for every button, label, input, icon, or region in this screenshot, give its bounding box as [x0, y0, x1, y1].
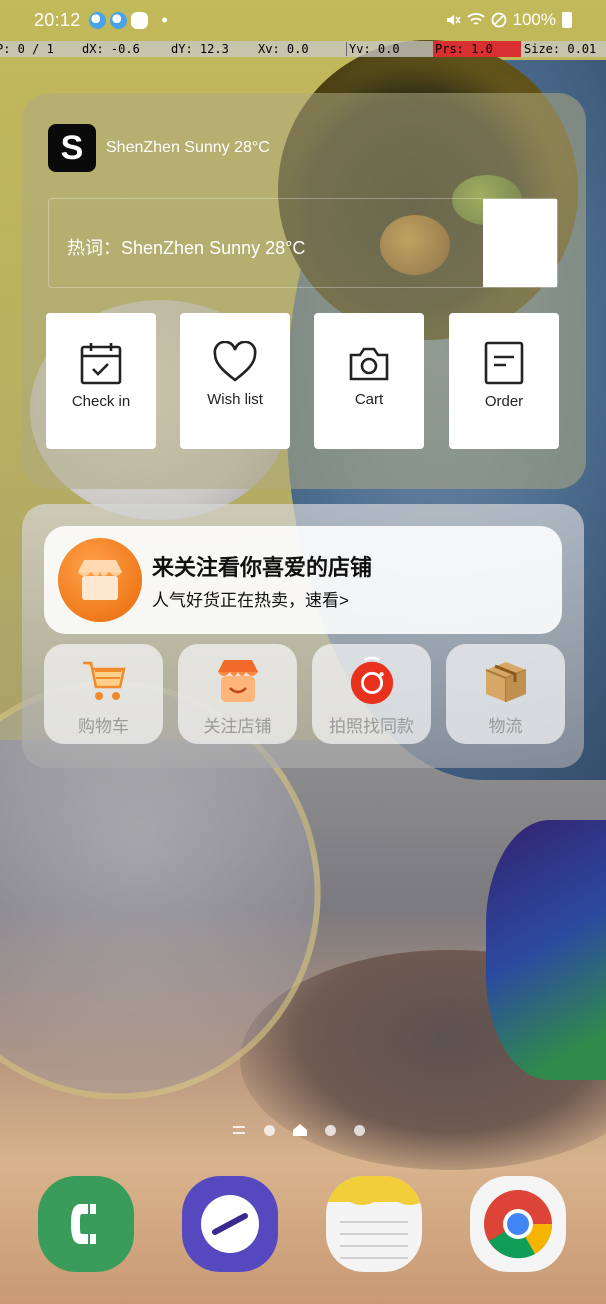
weather-icon — [109, 11, 127, 29]
phone-app[interactable] — [38, 1176, 134, 1272]
heart-icon — [213, 341, 257, 382]
status-time: 20:12 — [34, 9, 81, 30]
hot-search-box[interactable]: 热词：ShenZhen Sunny 28°C — [48, 198, 558, 288]
wifi-icon — [466, 13, 485, 25]
pointer-location-overlay: P: 0 / 1 dX: -0.6 dY: 12.3 Xv: 0.0 Yv: 0… — [0, 41, 606, 57]
phone-icon — [71, 1204, 96, 1244]
shortcut-label: Order — [484, 393, 524, 410]
mute-icon — [446, 15, 461, 25]
chrome-app[interactable] — [470, 1176, 566, 1272]
page-dot[interactable] — [354, 1124, 365, 1136]
quick-action-label: 物流 — [488, 717, 523, 736]
shopping-cart-button[interactable]: 购物车 — [44, 644, 163, 744]
promo-subtitle: 人气好货正在热卖，速看> — [152, 591, 349, 610]
page-indicator[interactable] — [232, 1124, 365, 1136]
shop-icon — [213, 656, 263, 706]
app-logo[interactable]: S — [48, 124, 96, 172]
check-in-button[interactable]: Check in — [46, 313, 156, 449]
pointer-count: P: 0 / 1 — [0, 42, 54, 56]
order-document-icon — [484, 341, 524, 385]
shortcut-label: Cart — [354, 391, 384, 408]
pointer-dx: dX: -0.6 — [82, 42, 140, 56]
internet-app[interactable] — [182, 1176, 278, 1272]
widget-title: ShenZhen Sunny 28°C — [106, 139, 270, 156]
battery-icon — [562, 12, 572, 28]
followed-shops-button[interactable]: 关注店铺 — [178, 644, 297, 744]
shop-widget[interactable]: S ShenZhen Sunny 28°C 热词：ShenZhen Sunny … — [22, 93, 586, 489]
status-bar: 20:12 • 100% — [0, 0, 606, 40]
logistics-button[interactable]: 物流 — [446, 644, 565, 744]
line-app-icon — [130, 11, 148, 29]
pointer-yv: Yv: 0.0 — [346, 42, 433, 56]
notes-icon — [326, 1176, 422, 1259]
quick-action-label: 购物车 — [78, 717, 129, 736]
page-dot[interactable] — [264, 1124, 275, 1136]
shortcut-label: Wish list — [207, 391, 263, 408]
menu-lines-icon — [233, 1126, 245, 1134]
page-dot[interactable] — [325, 1124, 336, 1136]
hot-search-text: 热词：ShenZhen Sunny 28°C — [67, 238, 306, 258]
hot-search-image-placeholder — [483, 199, 557, 287]
camera-search-icon — [347, 656, 397, 706]
cart-button[interactable]: Cart — [314, 313, 424, 449]
taobao-widget[interactable]: 来关注看你喜爱的店铺 人气好货正在热卖，速看> 购物车 关注店铺 拍照找同款 物… — [22, 504, 584, 768]
weather-icon — [88, 11, 106, 29]
package-box-icon — [481, 656, 531, 706]
do-not-disturb-icon — [491, 12, 506, 28]
calendar-check-icon — [80, 343, 122, 385]
camera-icon — [349, 347, 389, 381]
quick-action-label: 关注店铺 — [203, 717, 272, 736]
order-button[interactable]: Order — [449, 313, 559, 449]
notes-app[interactable] — [326, 1176, 422, 1272]
chrome-icon — [484, 1190, 553, 1259]
shortcut-label: Check in — [71, 393, 131, 410]
shop-icon — [58, 538, 142, 622]
photo-search-button[interactable]: 拍照找同款 — [312, 644, 431, 744]
follow-shop-promo[interactable]: 来关注看你喜爱的店铺 人气好货正在热卖，速看> — [44, 526, 562, 634]
wish-list-button[interactable]: Wish list — [180, 313, 290, 449]
battery-percent: 100% — [512, 10, 556, 29]
promo-title: 来关注看你喜爱的店铺 — [152, 555, 373, 580]
quick-action-label: 拍照找同款 — [329, 717, 414, 736]
shopping-cart-icon — [79, 656, 129, 706]
notification-dot-icon: • — [161, 9, 168, 30]
pointer-pressure: Prs: 1.0 — [433, 41, 521, 57]
pointer-xv: Xv: 0.0 — [258, 42, 309, 56]
pointer-size: Size: 0.01 — [524, 42, 597, 56]
home-page-icon[interactable] — [293, 1124, 307, 1136]
pointer-dy: dY: 12.3 — [171, 42, 229, 56]
internet-browser-icon — [201, 1195, 259, 1253]
